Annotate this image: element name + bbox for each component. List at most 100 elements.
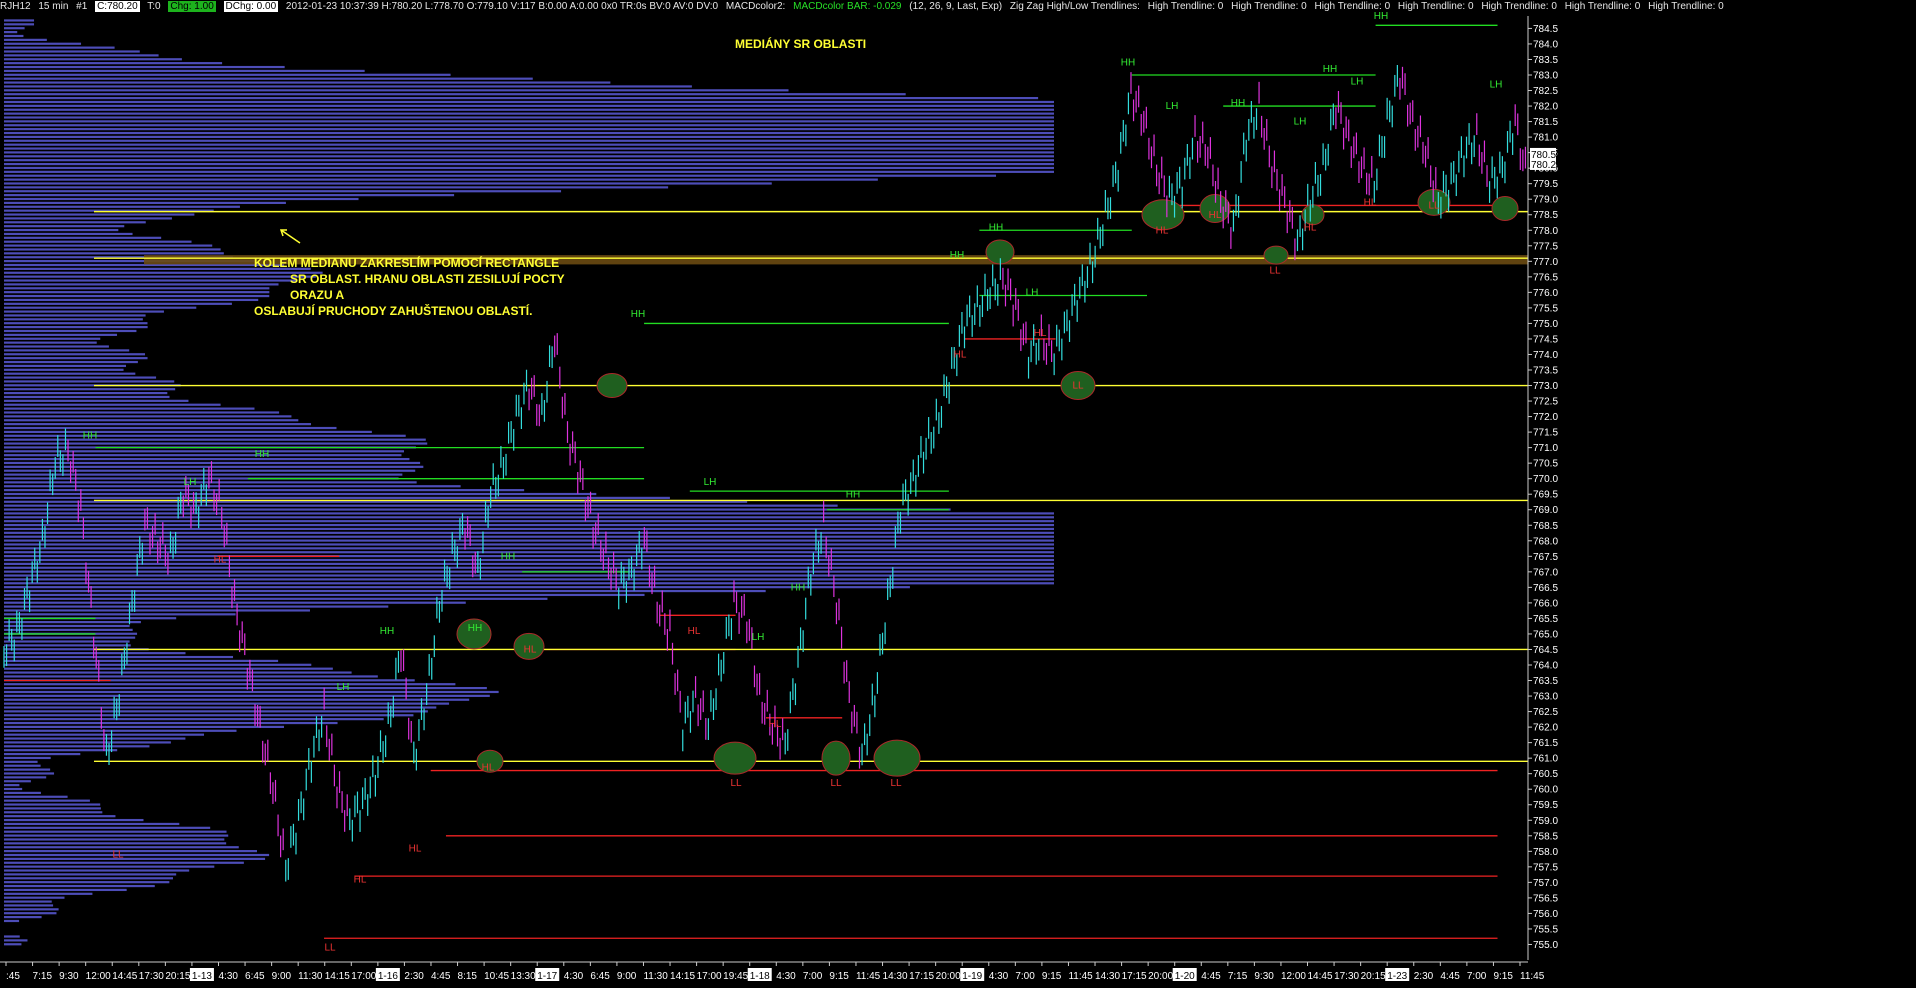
volume-bar	[4, 155, 1054, 158]
volume-bar	[4, 523, 1054, 527]
y-tick-label: 760.0	[1533, 785, 1558, 796]
swing-label: HH	[255, 449, 269, 460]
swing-label: LL	[730, 778, 742, 789]
volume-bar	[4, 419, 299, 422]
volume-bar	[4, 818, 144, 822]
volume-bar	[4, 884, 155, 888]
annotation-note: KOLEM MEDIANU ZAKRESLÍM POMOCÍ RECTANGLE…	[254, 255, 574, 319]
y-tick-label: 779.0	[1533, 195, 1558, 206]
volume-bar	[4, 745, 150, 748]
volume-bar	[4, 225, 125, 228]
volume-bar	[4, 586, 910, 589]
volume-bar	[4, 368, 124, 371]
volume-bar	[4, 407, 255, 410]
volume-bar	[4, 749, 118, 752]
volume-bar	[4, 655, 234, 659]
volume-bar	[4, 725, 285, 729]
x-tick-label: 4:30	[564, 971, 584, 982]
volume-bar	[4, 69, 365, 73]
x-tick-label: 11:45	[1520, 971, 1545, 982]
volume-bar	[4, 213, 195, 216]
y-tick-label: 783.5	[1533, 55, 1558, 66]
y-tick-label: 782.0	[1533, 102, 1558, 113]
volume-bar	[4, 376, 157, 379]
volume-bar	[4, 667, 333, 670]
volume-bar	[4, 469, 416, 472]
y-tick-label: 781.0	[1533, 133, 1558, 144]
y-tick-label: 779.5	[1533, 179, 1558, 190]
y-tick-label: 774.0	[1533, 350, 1558, 361]
x-tick-label: 4:30	[218, 971, 238, 982]
volume-bar	[4, 139, 1054, 142]
price-chart[interactable]: HH LH HH HL LL LL HL HL HH LH HH HL HL HH HH LH HL LL LH HH…	[0, 0, 1916, 988]
y-tick-label: 757.5	[1533, 862, 1558, 873]
volume-bar	[4, 912, 57, 915]
chart-title: MEDIÁNY SR OBLASTI	[735, 37, 867, 51]
volume-bar	[4, 714, 414, 717]
x-tick-label: 20:15	[1361, 971, 1386, 982]
y-tick-label: 761.5	[1533, 738, 1558, 749]
volume-bar	[4, 539, 1054, 542]
volume-bar	[4, 869, 190, 872]
volume-bar	[4, 481, 417, 484]
volume-bar	[4, 124, 1054, 127]
y-tick-label: 768.5	[1533, 521, 1558, 532]
volume-bar	[4, 240, 192, 243]
x-tick-label: 17:30	[139, 971, 164, 982]
x-tick-label: 7:15	[33, 971, 53, 982]
x-tick-label: 1-17	[537, 971, 557, 982]
x-tick-label: 19:45	[723, 971, 748, 982]
volume-bar	[4, 46, 115, 49]
volume-bar	[4, 527, 1054, 531]
volume-bar	[4, 520, 1054, 523]
volume-bar	[4, 908, 59, 911]
volume-bar	[4, 675, 378, 678]
swing-circle	[596, 373, 628, 399]
x-tick-label: 12:00	[1281, 971, 1306, 982]
swing-label: HH	[1231, 98, 1245, 109]
volume-bar	[4, 489, 525, 492]
volume-bar	[4, 582, 1054, 585]
volume-bar	[4, 298, 259, 302]
volume-bar	[4, 686, 487, 690]
volume-bar	[4, 624, 130, 628]
y-tick-label: 755.5	[1533, 924, 1558, 935]
y-tick-label: 763.0	[1533, 692, 1558, 703]
volume-bar	[4, 58, 182, 61]
volume-bar	[4, 426, 337, 430]
y-tick-label: 763.5	[1533, 676, 1558, 687]
swing-label: HL	[1156, 225, 1169, 236]
volume-bar	[4, 380, 175, 383]
y-tick-label: 770.5	[1533, 459, 1558, 470]
volume-bar	[4, 943, 22, 946]
x-tick-label: 12:00	[86, 971, 111, 982]
note-line-3: OSLABUJÍ PRUCHODY ZAHUŠTENOU OBLASTÍ.	[254, 304, 533, 318]
swing-label: LL	[1269, 266, 1281, 277]
volume-bar	[4, 659, 279, 663]
swing-label: HL	[409, 843, 422, 854]
volume-bar	[4, 23, 35, 26]
x-tick-label: 14:45	[112, 971, 137, 982]
y-tick-label: 755.0	[1533, 940, 1558, 951]
y-tick-label: 761.0	[1533, 754, 1558, 765]
x-tick-label: 6:45	[590, 971, 610, 982]
x-tick-label: 10:45	[484, 971, 509, 982]
swing-label: HH	[846, 489, 860, 500]
volume-bar	[4, 322, 148, 325]
volume-bar	[4, 896, 65, 899]
y-tick-label: 783.0	[1533, 71, 1558, 82]
x-tick-label: 1-16	[378, 971, 398, 982]
y-tick-label: 772.0	[1533, 412, 1558, 423]
volume-bar	[4, 85, 692, 88]
x-tick-label: 9:15	[1042, 971, 1062, 982]
swing-label: LL	[890, 778, 902, 789]
swing-label: LL	[112, 850, 124, 861]
y-tick-label: 775.5	[1533, 303, 1558, 314]
volume-bar	[4, 605, 389, 608]
volume-bar	[4, 706, 437, 709]
volume-bar	[4, 939, 28, 942]
y-tick-label: 771.0	[1533, 443, 1558, 454]
volume-bar	[4, 543, 1054, 546]
x-tick-label: 14:45	[1308, 971, 1333, 982]
volume-bar	[4, 186, 669, 189]
